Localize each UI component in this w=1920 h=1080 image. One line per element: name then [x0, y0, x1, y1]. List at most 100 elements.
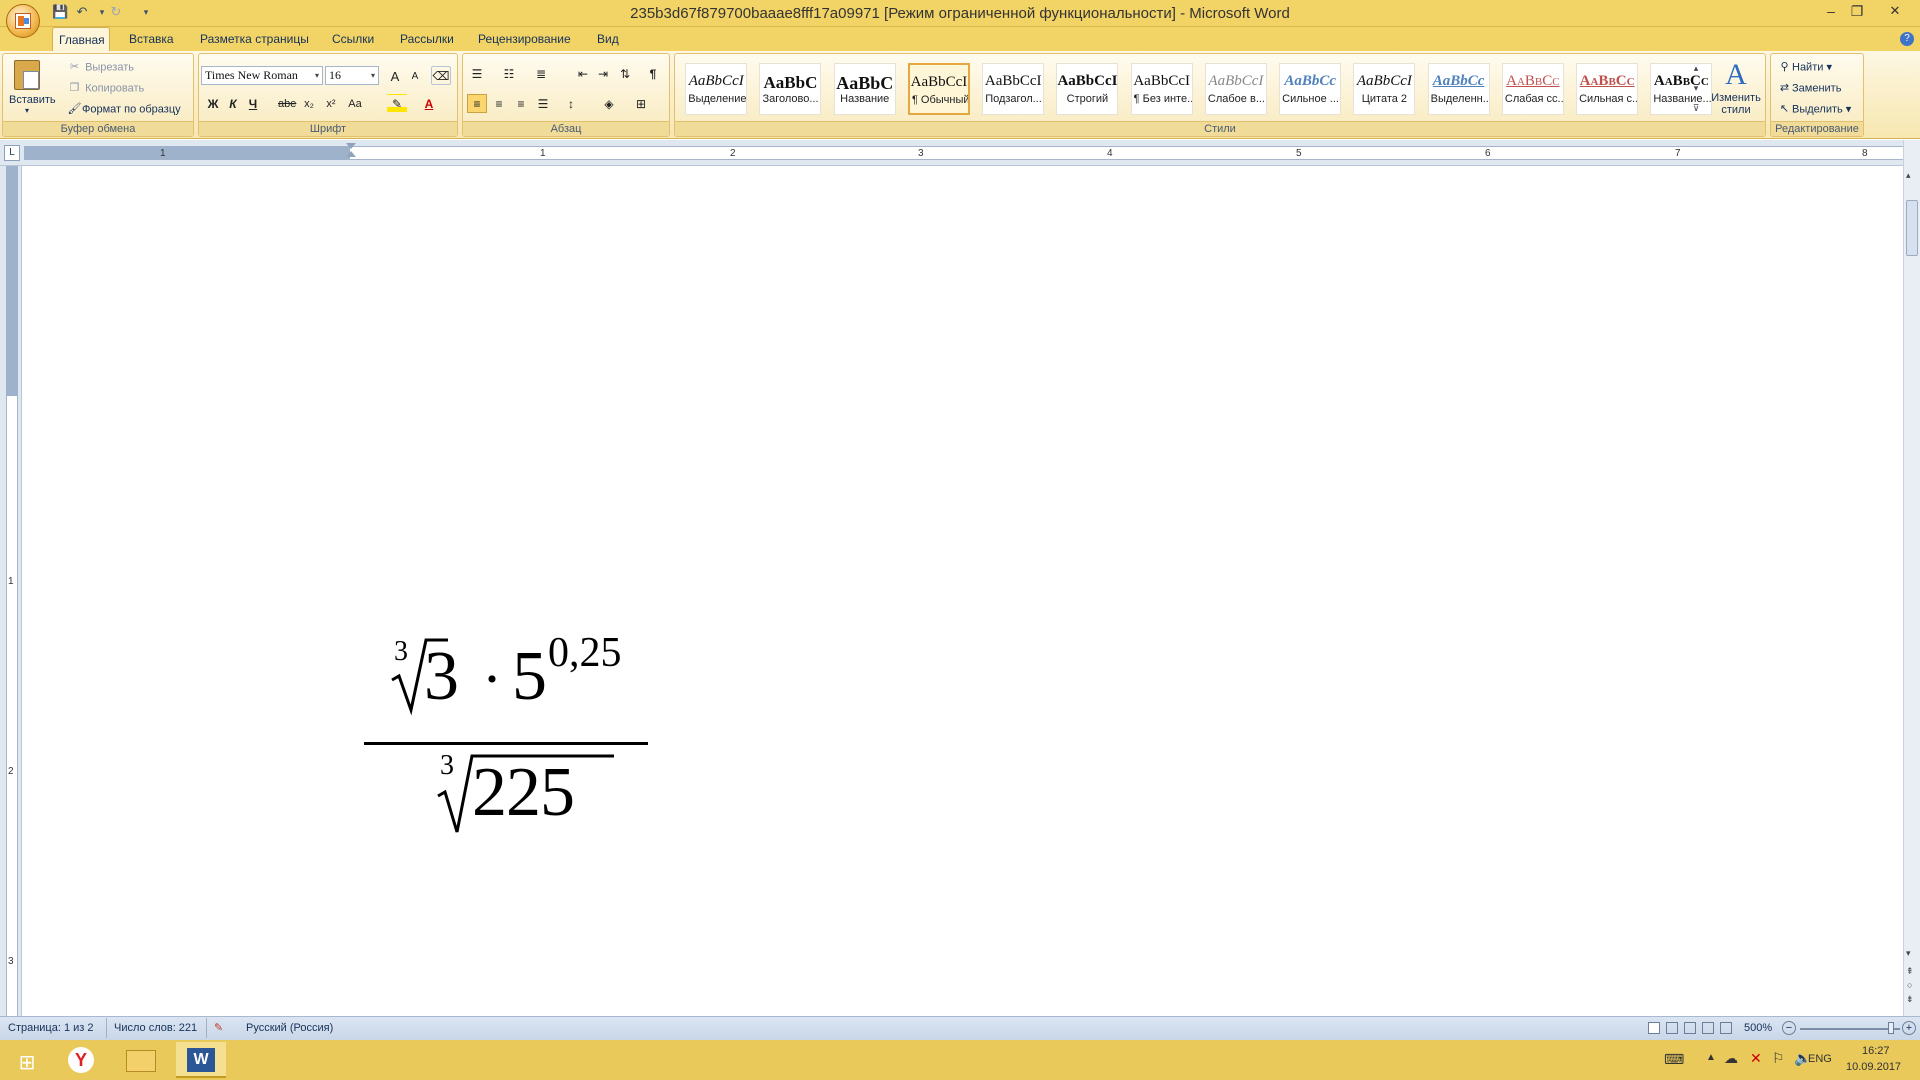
vertical-scrollbar[interactable]: ▴ ▾ ⇞ ○ ⇟	[1903, 140, 1920, 1016]
help-icon[interactable]: ?	[1900, 32, 1914, 46]
gallery-scroll[interactable]: ▴ ▾ ⊽	[1689, 58, 1703, 120]
start-button[interactable]: ⊞	[2, 1042, 52, 1078]
page-count[interactable]: Страница: 1 из 2	[8, 1022, 94, 1034]
browse-object-icon[interactable]: ○	[1907, 980, 1912, 990]
input-language[interactable]: ENG	[1808, 1053, 1832, 1065]
taskbar-word[interactable]: W	[176, 1042, 226, 1078]
style-tile[interactable]: AaBbCc Сильная с...	[1576, 63, 1639, 115]
bold-button[interactable]: Ж	[203, 94, 223, 113]
print-layout-icon[interactable]	[1648, 1022, 1660, 1034]
restore-button[interactable]: ❐	[1846, 2, 1868, 20]
zoom-slider-thumb[interactable]	[1888, 1022, 1894, 1034]
font-size-combo[interactable]: 16 ▾	[325, 66, 379, 85]
cloud-icon[interactable]: ☁	[1724, 1050, 1738, 1067]
italic-button[interactable]: К	[223, 94, 243, 113]
zoom-level[interactable]: 500%	[1744, 1022, 1772, 1034]
style-tile[interactable]: AaBbCc Слабая сс...	[1501, 63, 1564, 115]
gallery-up-icon[interactable]: ▴	[1689, 58, 1703, 78]
horizontal-ruler[interactable]: L 1 1 2 3 4 5 6 7 8	[0, 140, 1920, 166]
indent-marker[interactable]	[346, 143, 356, 163]
network-icon[interactable]: ✕	[1750, 1050, 1762, 1067]
borders-button[interactable]: ⊞	[631, 94, 651, 113]
next-page-icon[interactable]: ⇟	[1906, 994, 1914, 1005]
clock-time[interactable]: 16:27	[1862, 1045, 1890, 1057]
style-tile[interactable]: AaBbCcI Строгий	[1056, 63, 1119, 115]
font-name-combo[interactable]: Times New Roman ▾	[201, 66, 323, 85]
show-marks-button[interactable]: ¶	[643, 64, 663, 83]
tab-page-layout[interactable]: Разметка страницы	[194, 27, 315, 51]
show-hidden-icons[interactable]: ▲	[1706, 1052, 1716, 1063]
office-button[interactable]	[6, 4, 40, 38]
scroll-down-icon[interactable]: ▾	[1906, 948, 1911, 959]
document-page[interactable]: 3 3 · 5 0,25 3 225	[22, 166, 1903, 1016]
find-button[interactable]: ⚲ Найти ▾	[1777, 60, 1832, 75]
style-tile[interactable]: AaBbCcI Подзагол...	[982, 63, 1045, 115]
replace-button[interactable]: ⇄ Заменить	[1777, 81, 1842, 96]
clock-date[interactable]: 10.09.2017	[1846, 1061, 1901, 1073]
outline-view-icon[interactable]	[1702, 1022, 1714, 1034]
tab-references[interactable]: Ссылки	[326, 27, 380, 51]
tab-selector[interactable]: L	[4, 145, 20, 161]
change-case-button[interactable]: Aa	[345, 94, 365, 113]
grow-font-button[interactable]: A	[385, 66, 405, 85]
highlight-button[interactable]: ✎	[387, 94, 407, 113]
numbering-button[interactable]: ☷	[499, 64, 519, 83]
tab-insert[interactable]: Вставка	[123, 27, 180, 51]
font-color-button[interactable]: A	[419, 94, 439, 113]
select-button[interactable]: ↖ Выделить ▾	[1777, 102, 1851, 117]
style-tile[interactable]: AaBbCcI ¶ Обычный	[907, 63, 970, 115]
style-tile[interactable]: AaBbCc Сильное ...	[1279, 63, 1342, 115]
style-tile[interactable]: AaBbCcI Слабое в...	[1204, 63, 1267, 115]
prev-page-icon[interactable]: ⇞	[1906, 966, 1914, 977]
web-layout-icon[interactable]	[1684, 1022, 1696, 1034]
superscript-button[interactable]: x²	[321, 94, 341, 113]
strikethrough-button[interactable]: abe	[277, 94, 297, 113]
subscript-button[interactable]: x₂	[299, 94, 319, 113]
scroll-up-icon[interactable]: ▴	[1906, 170, 1911, 181]
shading-button[interactable]: ◈	[599, 94, 619, 113]
style-tile[interactable]: AaBbC Название	[833, 63, 896, 115]
align-right-button[interactable]: ≡	[511, 94, 531, 113]
style-tile[interactable]: AaBbCcI ¶ Без инте...	[1130, 63, 1193, 115]
paste-button[interactable]: Вставить ▾	[9, 58, 56, 122]
justify-button[interactable]: ☰	[533, 94, 553, 113]
proofing-icon[interactable]: ✎	[214, 1021, 223, 1034]
language[interactable]: Русский (Россия)	[246, 1022, 333, 1034]
taskbar-yandex[interactable]: Y	[56, 1042, 106, 1078]
draft-view-icon[interactable]	[1720, 1022, 1732, 1034]
line-spacing-button[interactable]: ↕	[561, 94, 581, 113]
zoom-out-icon[interactable]: −	[1782, 1021, 1796, 1035]
scroll-thumb[interactable]	[1906, 200, 1918, 256]
style-tile[interactable]: AaBbCcI Цитата 2	[1353, 63, 1416, 115]
change-styles-button[interactable]: A Изменить стили	[1709, 58, 1763, 122]
tab-view[interactable]: Вид	[591, 27, 625, 51]
cut-button[interactable]: ✂ Вырезать	[67, 60, 134, 75]
decrease-indent-button[interactable]: ⇤	[573, 64, 593, 83]
style-tile[interactable]: AaBbCc Название...	[1650, 63, 1713, 115]
taskbar-explorer[interactable]	[116, 1042, 166, 1078]
underline-button[interactable]: Ч	[243, 94, 263, 113]
bullets-button[interactable]: ☰	[467, 64, 487, 83]
style-tile[interactable]: AaBbCcI Выделение	[685, 63, 748, 115]
align-center-button[interactable]: ≡	[489, 94, 509, 113]
clear-format-button[interactable]: ⌫	[431, 66, 451, 85]
multilevel-button[interactable]: ≣	[531, 64, 551, 83]
tab-home[interactable]: Главная	[52, 27, 110, 51]
increase-indent-button[interactable]: ⇥	[593, 64, 613, 83]
full-screen-reading-icon[interactable]	[1666, 1022, 1678, 1034]
style-tile[interactable]: AaBbCc Выделенн...	[1427, 63, 1490, 115]
gallery-more-icon[interactable]: ⊽	[1689, 98, 1703, 118]
shrink-font-button[interactable]: A	[405, 66, 425, 85]
vertical-ruler[interactable]: 1 2 3	[0, 166, 22, 1016]
zoom-slider[interactable]	[1800, 1028, 1900, 1030]
equation[interactable]: 3 3 · 5 0,25 3 225	[362, 632, 662, 866]
format-painter-button[interactable]: 🖌Формат по образцу	[67, 102, 181, 117]
gallery-down-icon[interactable]: ▾	[1689, 78, 1703, 98]
tab-review[interactable]: Рецензирование	[472, 27, 577, 51]
minimize-button[interactable]: –	[1820, 2, 1842, 20]
zoom-in-icon[interactable]: +	[1902, 1021, 1916, 1035]
word-count[interactable]: Число слов: 221	[114, 1022, 197, 1034]
close-button[interactable]: ✕	[1884, 2, 1906, 20]
align-left-button[interactable]: ≡	[467, 94, 487, 113]
style-tile[interactable]: AaBbC Заголово...	[759, 63, 822, 115]
